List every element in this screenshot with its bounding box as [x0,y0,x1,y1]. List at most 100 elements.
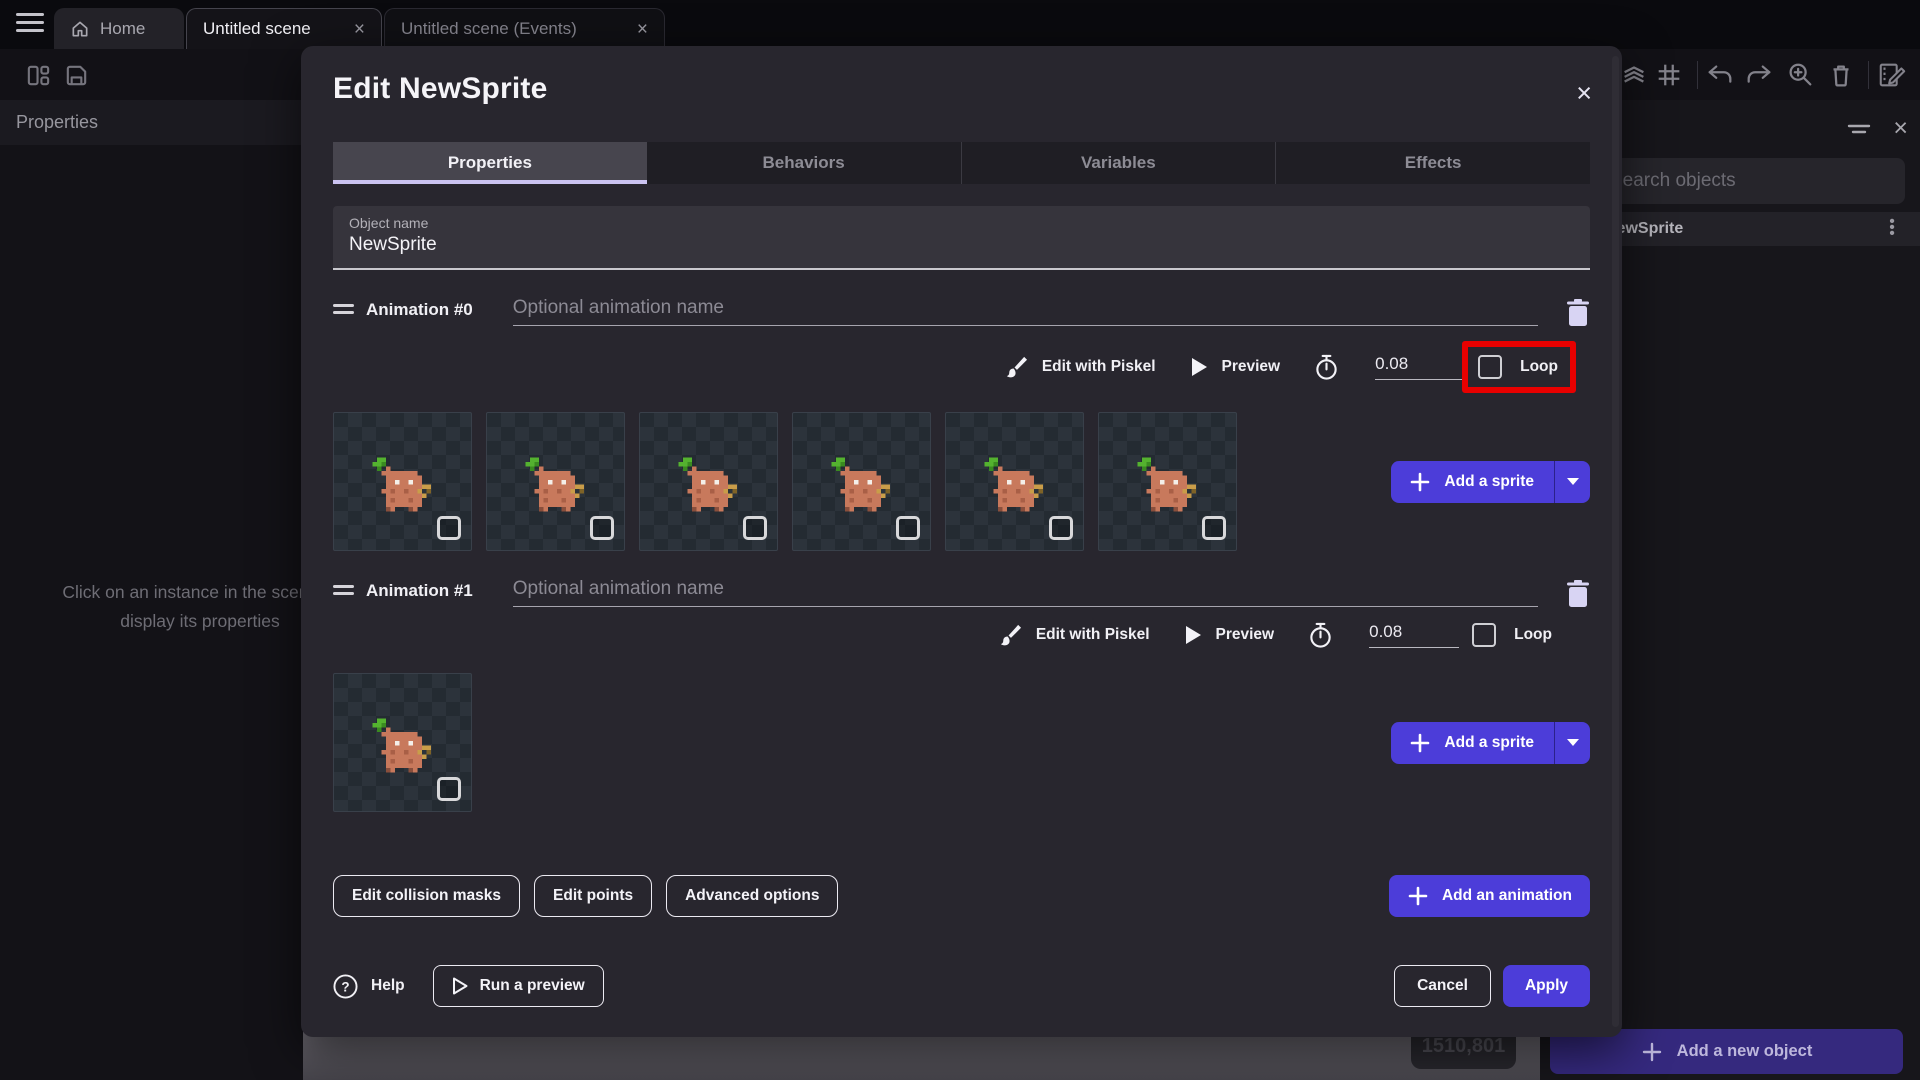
tab-home[interactable]: Home [54,8,184,49]
pig-sprite-image [831,457,890,512]
toggle-panels-icon[interactable] [22,59,54,91]
tab-label: Home [100,18,146,38]
drag-handle-icon[interactable] [333,304,354,318]
tab-untitled-scene-events[interactable]: Untitled scene (Events) × [384,8,665,49]
frame-select-checkbox[interactable] [1202,516,1226,540]
animation-1-frames-row: Add a sprite [333,673,1590,812]
scene-canvas[interactable] [303,1030,1540,1080]
grid-icon[interactable] [1653,59,1685,91]
trash-icon [1567,580,1589,607]
chevron-down-icon [1566,478,1579,485]
save-icon[interactable] [60,59,92,91]
add-sprite-dropdown[interactable] [1554,460,1590,503]
frame-duration-input[interactable] [1369,622,1460,648]
pig-sprite-image [372,457,431,512]
drag-handle-icon[interactable] [333,585,354,599]
undo-icon[interactable] [1704,59,1736,91]
frame-select-checkbox[interactable] [896,516,920,540]
frame-select-checkbox[interactable] [437,777,461,801]
add-sprite-button[interactable]: Add a sprite [1391,721,1590,764]
add-animation-button[interactable]: Add an animation [1388,875,1590,917]
add-sprite-dropdown[interactable] [1554,721,1590,764]
tab-label: Untitled scene (Events) [401,19,577,38]
tab-properties[interactable]: Properties [333,142,647,184]
time-between-frames [1308,622,1460,649]
loop-option: Loop [1472,623,1552,647]
frame-select-checkbox[interactable] [590,516,614,540]
sprite-frame-thumbnail[interactable] [333,412,472,551]
sprite-frame-thumbnail[interactable] [333,673,472,812]
object-menu-icon[interactable]: • • • [1882,214,1902,242]
close-tab-icon[interactable]: × [637,20,648,39]
zoom-in-icon[interactable] [1784,59,1816,91]
edit-scene-events-icon[interactable] [1876,59,1908,91]
close-panel-icon[interactable]: × [1893,114,1908,143]
animation-name-input[interactable] [512,578,1538,607]
animation-name-input[interactable] [512,297,1538,326]
edit-collision-masks-button[interactable]: Edit collision masks [333,875,521,917]
sprite-frame-thumbnail[interactable] [792,412,931,551]
animation-0-frames-row: Add a sprite [333,412,1590,551]
frame-duration-input[interactable] [1375,354,1466,380]
animation-title: Animation #0 [366,300,473,319]
frame-select-checkbox[interactable] [1049,516,1073,540]
search-objects-input[interactable] [1594,158,1905,204]
play-icon [1191,358,1207,376]
loop-label: Loop [1514,626,1552,643]
close-tab-icon[interactable]: × [354,20,365,39]
add-sprite-button[interactable]: Add a sprite [1391,460,1590,503]
tab-effects[interactable]: Effects [1276,142,1590,184]
run-preview-button[interactable]: Run a preview [432,965,604,1007]
animation-0-controls: Edit with Piskel Preview Loop [333,340,1590,394]
loop-label: Loop [1520,358,1558,375]
svg-text:?: ? [341,979,349,994]
preview-button[interactable]: Preview [1190,357,1280,377]
filter-icon[interactable] [1846,120,1872,142]
object-name-field[interactable]: Object name [333,206,1590,270]
plus-icon [1642,1042,1661,1061]
object-name-input[interactable] [349,234,1574,256]
main-menu-icon[interactable] [16,13,44,35]
pig-sprite-image [984,457,1043,512]
animation-0-header: Animation #0 [333,294,1590,326]
loop-checkbox[interactable] [1478,355,1503,379]
frame-select-checkbox[interactable] [743,516,767,540]
cancel-button[interactable]: Cancel [1394,965,1491,1007]
apply-button[interactable]: Apply [1502,965,1590,1007]
animation-1-header: Animation #1 [333,575,1590,607]
tab-behaviors[interactable]: Behaviors [647,142,962,184]
tab-untitled-scene[interactable]: Untitled scene × [186,8,382,49]
help-button[interactable]: ? Help [333,973,405,999]
edit-with-piskel-button[interactable]: Edit with Piskel [1003,355,1156,380]
properties-panel: Properties Click on an instance in the s… [0,100,338,1080]
help-icon: ? [333,973,358,999]
plus-icon [1411,733,1430,752]
tab-variables[interactable]: Variables [962,142,1277,184]
advanced-options-button[interactable]: Advanced options [666,875,839,917]
close-dialog-icon[interactable]: × [1576,80,1592,107]
animation-title: Animation #1 [366,581,473,600]
sprite-frame-thumbnail[interactable] [1098,412,1237,551]
edit-sprite-dialog: Edit NewSprite × Properties Behaviors Va… [301,46,1622,1037]
plus-icon [1408,886,1428,906]
sprite-frame-thumbnail[interactable] [486,412,625,551]
dialog-scrollbar[interactable] [1612,56,1619,1027]
loop-checkbox[interactable] [1472,623,1497,647]
layers-icon[interactable] [1618,59,1650,91]
animation-1-controls: Edit with Piskel Preview Loop [333,615,1590,655]
delete-animation-button[interactable] [1566,299,1590,326]
delete-icon[interactable] [1825,59,1857,91]
edit-with-piskel-button[interactable]: Edit with Piskel [997,623,1150,648]
frames-list [333,412,1237,551]
edit-points-button[interactable]: Edit points [534,875,653,917]
redo-icon[interactable] [1743,59,1775,91]
sprite-frame-thumbnail[interactable] [945,412,1084,551]
sprite-frame-thumbnail[interactable] [639,412,778,551]
pig-sprite-image [525,457,584,512]
dialog-title: Edit NewSprite [333,72,548,105]
preview-button[interactable]: Preview [1184,625,1274,645]
frame-select-checkbox[interactable] [437,516,461,540]
trash-icon [1567,299,1589,326]
delete-animation-button[interactable] [1566,580,1590,607]
timer-icon [1316,354,1337,380]
